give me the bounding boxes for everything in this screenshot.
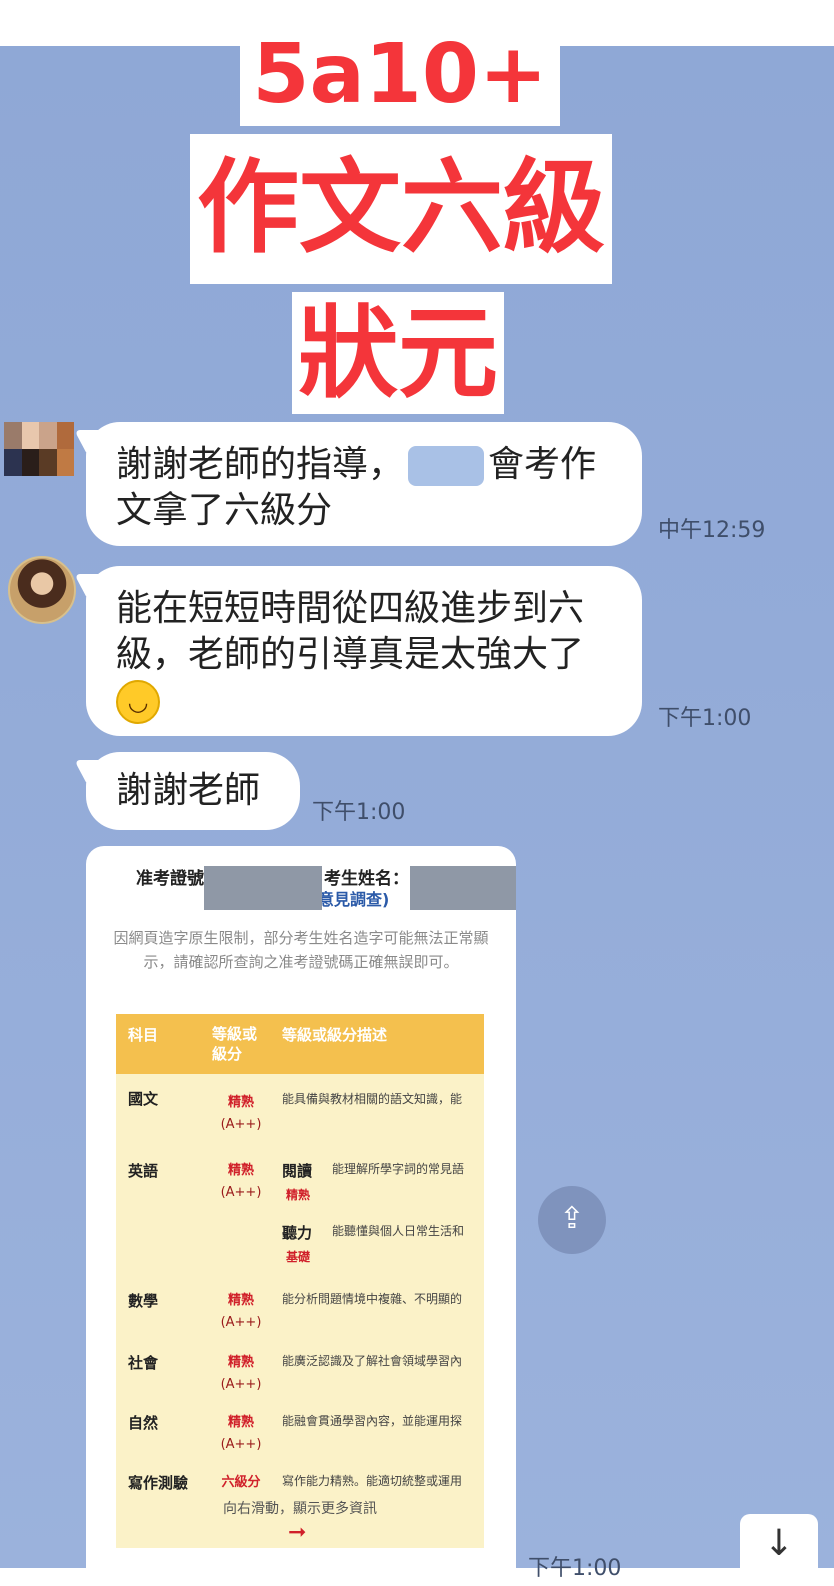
level-value: 精熟 [227, 1095, 254, 1110]
sub-skill: 聽力 [282, 1224, 313, 1242]
level-mark: (A++) [220, 1437, 262, 1452]
message-time: 下午1:00 [528, 1556, 622, 1581]
header-description: 等級或級分描述 [282, 1026, 388, 1044]
avatar-student[interactable] [4, 422, 74, 476]
redaction-box [410, 866, 516, 910]
banner-line-3: 狀元 [292, 292, 504, 414]
message-text: 謝謝老師的指導， [116, 444, 405, 485]
subject-name: 社會 [128, 1354, 159, 1372]
banner-line-2: 作文六級 [190, 134, 612, 284]
sub-skill-description: 能理解所學字詞的常見語 [332, 1162, 465, 1176]
sub-skill-level: 精熟 [286, 1188, 311, 1202]
level-description: 能分析問題情境中複雜、不明顯的 [282, 1292, 463, 1306]
scroll-to-bottom-button[interactable]: ↓ [740, 1514, 818, 1574]
message-time: 下午1:00 [658, 706, 752, 731]
sub-skill-description: 能聽懂與個人日常生活和 [332, 1224, 465, 1238]
swipe-arrow-icon: ➞ [288, 1520, 307, 1545]
level-description: 寫作能力精熟。能適切統整或運用 [282, 1474, 463, 1488]
message-bubble[interactable]: 能在短短時間從四級進步到六級，老師的引導真是太強大了 ◡ [86, 566, 642, 736]
level-mark: (A++) [220, 1377, 262, 1392]
message-bubble[interactable]: 謝謝老師 [86, 752, 300, 830]
share-button[interactable]: ⇪ [538, 1186, 606, 1254]
message-text: 謝謝老師 [116, 770, 261, 811]
message-bubble[interactable]: 謝謝老師的指導， 會考作文拿了六級分 [86, 422, 642, 546]
grade-table: 科目 等級或級分 等級或級分描述 國文 精熟 (A++) 能具備與教材相關的語文知… [116, 1014, 484, 1548]
image-message[interactable]: 准考證號 考生姓名： 意見調查) 因網頁造字原生限制，部分考生姓名造字可能無法正… [86, 846, 516, 1586]
smile-emoji-icon: ◡ [116, 680, 160, 724]
level-value: 精熟 [227, 1355, 254, 1370]
level-description: 能融會貫通學習內容，並能運用探 [282, 1414, 463, 1428]
subject-name: 寫作測驗 [128, 1474, 189, 1492]
subject-name: 數學 [128, 1292, 159, 1310]
redacted-name [408, 446, 485, 486]
header-level: 等級或級分 [212, 1025, 258, 1063]
level-mark: (A++) [220, 1315, 262, 1330]
level-value: 精熟 [227, 1163, 254, 1178]
message-time: 中午12:59 [658, 518, 766, 543]
level-value: 精熟 [227, 1293, 254, 1308]
notice-text: 因網頁造字原生限制，部分考生姓名造字可能無法正常顯示，請確認所查詢之准考證號碼正… [113, 929, 489, 971]
header-subject: 科目 [128, 1026, 159, 1044]
sub-skill-level: 基礎 [286, 1250, 311, 1264]
subject-name: 國文 [128, 1090, 159, 1108]
level-mark: (A++) [220, 1185, 262, 1200]
swipe-hint: 向右滑動，顯示更多資訊 [223, 1501, 377, 1517]
level-description: 能廣泛認識及了解社會領域學習內 [282, 1354, 463, 1368]
subject-name: 自然 [128, 1414, 159, 1432]
admission-number-label: 准考證號 [136, 869, 204, 889]
banner-line-1: 5a10+ [240, 26, 560, 126]
level-value: 精熟 [227, 1415, 254, 1430]
sub-skill: 閱讀 [282, 1162, 313, 1180]
level-mark: (A++) [220, 1117, 262, 1132]
table-header: 科目 等級或級分 等級或級分描述 [116, 1014, 484, 1074]
avatar-teacher[interactable] [8, 556, 76, 624]
message-text: 能在短短時間從四級進步到六級，老師的引導真是太強大了 [116, 588, 585, 675]
redaction-box [204, 866, 322, 910]
level-value: 六級分 [221, 1475, 261, 1490]
survey-link: 意見調查) [318, 890, 390, 909]
level-description: 能具備與教材相關的語文知識，能 [282, 1092, 463, 1106]
message-time: 下午1:00 [312, 800, 406, 825]
subject-name: 英語 [128, 1162, 159, 1180]
